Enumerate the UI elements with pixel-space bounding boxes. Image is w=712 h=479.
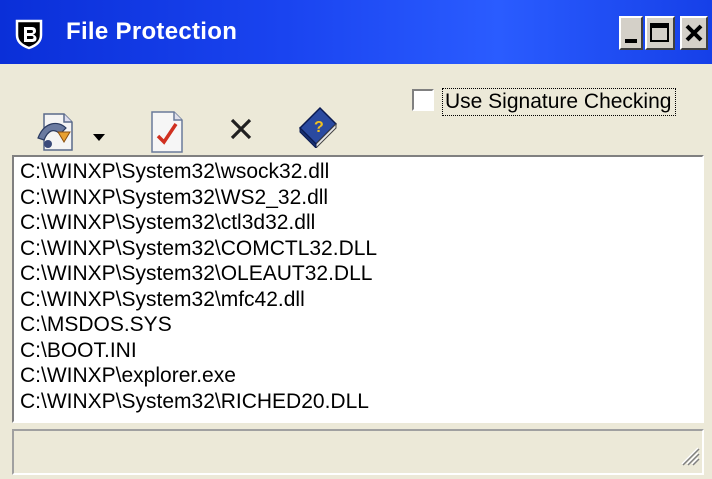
add-file-icon[interactable]	[36, 108, 78, 159]
minimize-icon	[625, 39, 637, 43]
list-item[interactable]: C:\WINXP\System32\mfc42.dll	[20, 287, 702, 313]
signature-checking-checkbox[interactable]	[412, 89, 434, 111]
list-item[interactable]: C:\WINXP\System32\wsock32.dll	[20, 159, 702, 185]
window-title: File Protection	[66, 18, 238, 45]
list-item[interactable]: C:\BOOT.INI	[20, 338, 702, 364]
list-item[interactable]: C:\WINXP\explorer.exe	[20, 363, 702, 389]
status-bar	[12, 429, 704, 475]
list-item[interactable]: C:\WINXP\System32\WS2_32.dll	[20, 185, 702, 211]
list-item[interactable]: C:\MSDOS.SYS	[20, 312, 702, 338]
dropdown-arrow-icon[interactable]	[92, 130, 106, 148]
maximize-button[interactable]	[645, 16, 675, 50]
file-protection-window: File Protection ? Use Signature Checking…	[0, 0, 712, 479]
minimize-button[interactable]	[619, 16, 643, 50]
title-bar[interactable]: File Protection	[0, 0, 712, 64]
svg-text:?: ?	[314, 119, 324, 136]
list-item[interactable]: C:\WINXP\System32\ctl3d32.dll	[20, 210, 702, 236]
resize-grip-icon[interactable]	[678, 444, 700, 471]
shield-icon[interactable]	[13, 18, 45, 50]
checked-document-icon[interactable]	[148, 108, 188, 159]
help-book-icon[interactable]: ?	[296, 104, 340, 153]
close-icon	[685, 24, 703, 42]
signature-checking-label[interactable]: Use Signature Checking	[442, 88, 677, 116]
list-item[interactable]: C:\WINXP\System32\COMCTL32.DLL	[20, 236, 702, 262]
delete-x-icon[interactable]	[228, 116, 254, 147]
list-item[interactable]: C:\WINXP\System32\OLEAUT32.DLL	[20, 261, 702, 287]
list-item[interactable]: C:\WINXP\System32\RICHED20.DLL	[20, 389, 702, 415]
maximize-icon	[650, 23, 669, 42]
close-button[interactable]	[680, 16, 708, 50]
protected-files-list[interactable]: C:\WINXP\System32\wsock32.dll C:\WINXP\S…	[12, 155, 704, 423]
